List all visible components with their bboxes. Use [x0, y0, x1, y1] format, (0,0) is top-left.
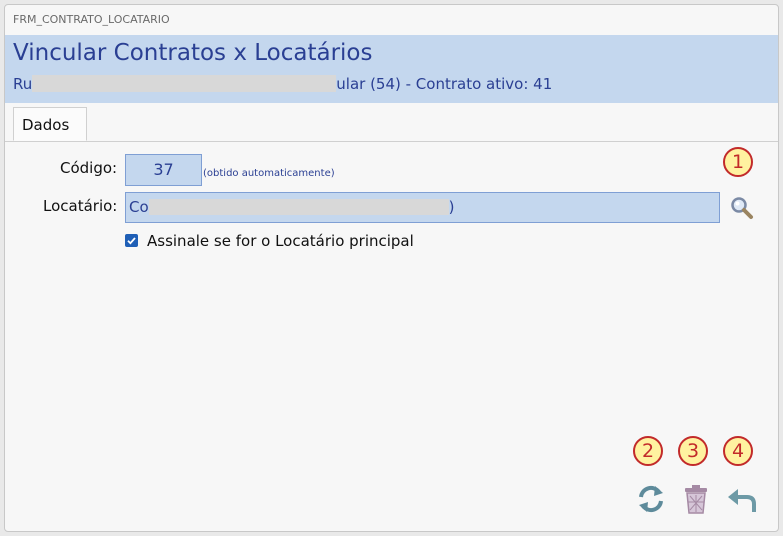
codigo-hint: (obtido automaticamente): [203, 168, 335, 179]
back-arrow-icon: [728, 489, 756, 512]
page-title: Vincular Contratos x Locatários: [13, 40, 373, 66]
search-locatario-button[interactable]: [729, 195, 755, 221]
principal-checkbox[interactable]: [125, 234, 138, 247]
trash-icon: [685, 485, 707, 514]
locatario-value-prefix: Co: [129, 198, 149, 216]
header-banner: Vincular Contratos x Locatários Ru ular (…: [5, 35, 778, 103]
redacted-block: [32, 75, 337, 92]
checkmark-icon: [127, 237, 136, 245]
magnifier-icon: [731, 197, 753, 219]
marker-1: 1: [723, 147, 753, 177]
marker-4: 4: [723, 436, 753, 466]
locatario-value-suffix: ): [448, 198, 455, 216]
back-button[interactable]: [725, 482, 759, 516]
codigo-label: Código:: [60, 159, 118, 177]
principal-checkbox-label: Assinale se for o Locatário principal: [147, 232, 414, 250]
tab-bar: Dados: [5, 107, 778, 142]
refresh-button[interactable]: [634, 482, 668, 516]
marker-2: 2: [633, 436, 663, 466]
form-window: FRM_CONTRATO_LOCATARIO Vincular Contrato…: [4, 4, 779, 532]
contract-subtitle: Ru ular (54) - Contrato ativo: 41: [13, 75, 552, 93]
delete-button[interactable]: [679, 482, 713, 516]
tab-dados[interactable]: Dados: [13, 107, 87, 141]
locatario-label: Locatário:: [43, 197, 118, 215]
marker-3: 3: [678, 436, 708, 466]
subtitle-prefix: Ru: [13, 75, 33, 93]
form-id-label: FRM_CONTRATO_LOCATARIO: [13, 13, 170, 26]
redacted-block: [148, 199, 449, 215]
refresh-icon: [639, 485, 663, 513]
codigo-field[interactable]: 37: [125, 154, 202, 186]
locatario-field[interactable]: Co): [125, 192, 720, 223]
subtitle-suffix: ular (54) - Contrato ativo: 41: [336, 75, 553, 93]
